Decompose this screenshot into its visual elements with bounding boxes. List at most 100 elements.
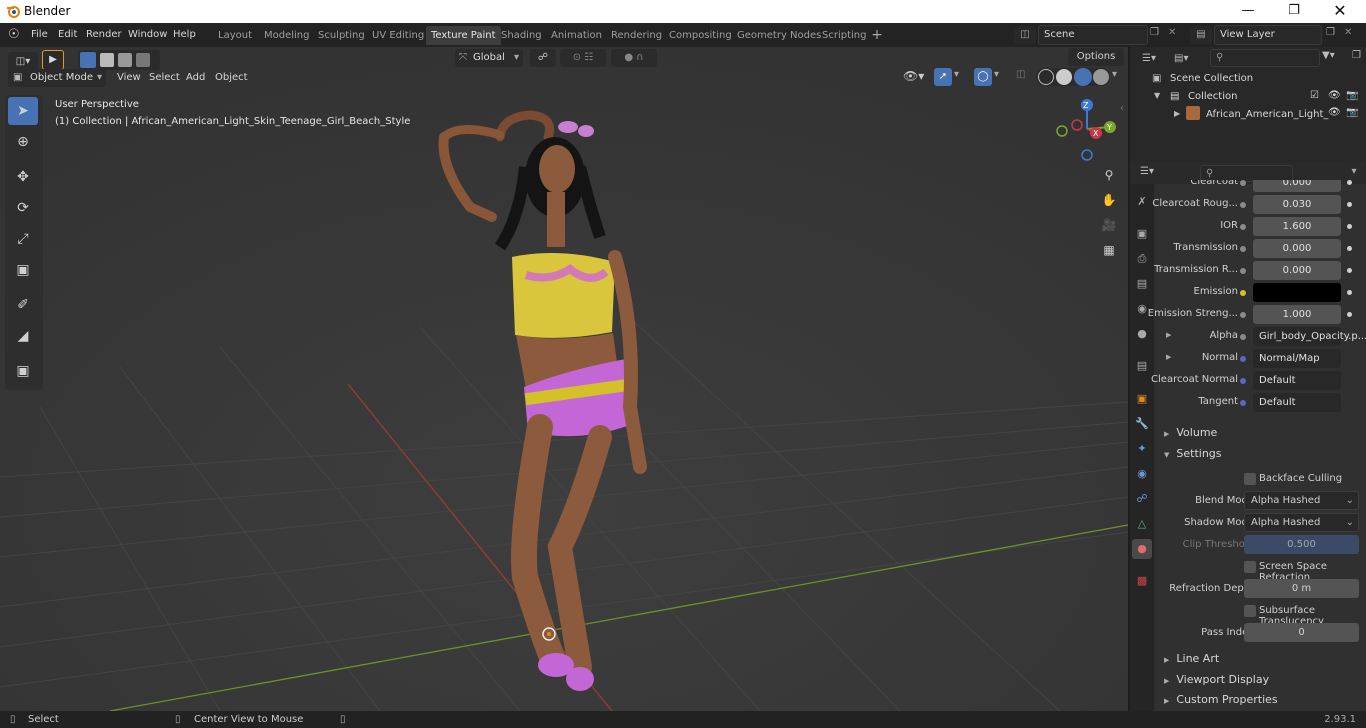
material-tab-icon[interactable]: ● (1132, 539, 1152, 559)
shader-input-value[interactable]: 1.000 (1253, 305, 1341, 324)
keyframe-icon[interactable] (1347, 180, 1352, 185)
gizmo-dropdown-icon[interactable]: ▾ (954, 69, 959, 80)
shader-input-value[interactable]: Default (1253, 393, 1341, 412)
keyframe-icon[interactable] (1347, 202, 1352, 207)
line-art-panel-header[interactable]: ▶ Line Art (1154, 649, 1366, 669)
new-collection-icon[interactable]: ❐ (1352, 50, 1361, 61)
data-tab-icon[interactable]: △ (1132, 514, 1152, 534)
view-layer-field[interactable]: View Layer (1214, 25, 1322, 45)
minimize-button[interactable]: — (1238, 2, 1258, 20)
render-tab-icon[interactable]: ▣ (1132, 224, 1152, 244)
add-cube-tool-icon[interactable]: ▣ (8, 357, 38, 385)
transform-orientation-dropdown[interactable]: ⤧ Global ▾ (455, 49, 523, 67)
keyframe-icon[interactable] (1347, 246, 1352, 251)
tab-compositing[interactable]: Compositing (664, 26, 737, 45)
solid-shading-icon[interactable] (1056, 69, 1072, 85)
overlays-toggle-icon[interactable]: ◯ (974, 68, 992, 86)
measure-tool-icon[interactable]: ◢ (8, 322, 38, 350)
socket-icon[interactable] (1240, 290, 1246, 296)
object-render-icon[interactable]: 📷 (1346, 107, 1358, 118)
pan-view-icon[interactable]: ✋ (1098, 189, 1120, 211)
select-subtract-icon[interactable] (118, 53, 132, 67)
options-dropdown[interactable]: Options (1068, 48, 1124, 66)
tab-texture-paint[interactable]: Texture Paint (426, 26, 501, 45)
volume-panel-header[interactable]: ▶ Volume (1154, 423, 1366, 443)
keyframe-icon[interactable] (1347, 268, 1352, 273)
outliner-search-input[interactable]: ⚲ (1210, 49, 1320, 67)
collection-label[interactable]: Collection (1188, 91, 1237, 102)
sidebar-toggle-icon[interactable]: ‹ (1120, 103, 1124, 114)
viewport-menu-select[interactable]: Select (149, 70, 180, 86)
tab-geometry-nodes[interactable]: Geometry Nodes (732, 26, 826, 45)
world-tab-icon[interactable]: ● (1132, 324, 1152, 344)
screen-space-refraction-checkbox[interactable] (1244, 561, 1256, 573)
socket-icon[interactable] (1240, 356, 1246, 362)
add-workspace-icon[interactable]: + (869, 27, 885, 43)
maximize-button[interactable]: ❐ (1284, 2, 1304, 20)
subsurface-translucency-checkbox[interactable] (1244, 605, 1256, 617)
backface-culling-checkbox[interactable] (1244, 473, 1256, 485)
socket-icon[interactable] (1240, 180, 1246, 186)
shading-dropdown-icon[interactable]: ▾ (1112, 69, 1117, 80)
constraints-tab-icon[interactable]: ☍ (1132, 489, 1152, 509)
visibility-icon[interactable]: 👁▾ (903, 69, 924, 83)
viewport-menu-object[interactable]: Object (215, 70, 248, 86)
shading-mode-group[interactable] (1036, 68, 1110, 86)
tab-shading[interactable]: Shading (496, 26, 547, 45)
properties-editor-type-icon[interactable]: ☰▾ (1140, 166, 1154, 177)
viewport-menu-add[interactable]: Add (186, 70, 205, 86)
emission-color-field[interactable] (1253, 283, 1341, 302)
viewport-menu-view[interactable]: View (117, 70, 141, 86)
select-box-tool-icon[interactable]: ▶ (42, 50, 64, 70)
modifier-tab-icon[interactable]: 🔧 (1132, 414, 1152, 434)
socket-icon[interactable] (1240, 378, 1246, 384)
shader-input-value[interactable]: 0.000 (1253, 261, 1341, 280)
move-tool-icon[interactable]: ✥ (8, 163, 38, 191)
socket-icon[interactable] (1240, 334, 1246, 340)
new-scene-icon[interactable]: ❐ (1150, 27, 1159, 38)
collection-render-icon[interactable]: 📷 (1346, 90, 1358, 101)
collection-expand-icon[interactable]: ▼ (1154, 91, 1160, 100)
object-visibility-icon[interactable]: 👁 (1328, 107, 1341, 118)
pivot-point-icon[interactable]: ☍ (530, 49, 556, 67)
object-expand-icon[interactable]: ▶ (1174, 109, 1180, 118)
blender-menu-icon[interactable]: ☉ (8, 27, 20, 42)
overlays-dropdown-icon[interactable]: ▾ (994, 69, 999, 80)
tool-tab-icon[interactable]: ✗ (1132, 192, 1152, 212)
particles-tab-icon[interactable]: ✦ (1132, 439, 1152, 459)
scene-name-field[interactable]: Scene (1038, 25, 1148, 45)
shadow-mode-dropdown[interactable]: Alpha Hashed ⌄ (1244, 513, 1359, 532)
menu-render[interactable]: Render (86, 27, 122, 43)
socket-icon[interactable] (1240, 202, 1246, 208)
select-tool-icon[interactable]: ➤ (8, 97, 38, 125)
select-new-icon[interactable] (80, 52, 96, 68)
rotate-tool-icon[interactable]: ⟳ (8, 194, 38, 222)
menu-edit[interactable]: Edit (58, 27, 77, 43)
mode-dropdown[interactable]: ▣ Object Mode ▾ (8, 69, 106, 87)
tab-rendering[interactable]: Rendering (606, 26, 667, 45)
collection-exclude-checkbox[interactable]: ☑ (1310, 90, 1319, 101)
menu-help[interactable]: Help (173, 27, 196, 43)
3d-viewport[interactable]: ◫ ▾ ▶ ⤧ Global ▾ ☍ ⊙ ☷ ● ∩ Options ▣ Object … (0, 47, 1128, 711)
settings-panel-header[interactable]: ▼ Settings (1154, 444, 1366, 464)
keyframe-icon[interactable] (1347, 312, 1352, 317)
texture-tab-icon[interactable]: ▩ (1132, 571, 1152, 591)
camera-view-icon[interactable]: 🎥 (1098, 214, 1120, 236)
input-expand-icon[interactable]: ▶ (1166, 331, 1171, 339)
scene-selector-icon[interactable]: ◫ (1014, 26, 1036, 44)
character-model[interactable] (430, 107, 670, 707)
view-layer-tab-icon[interactable]: ▤ (1132, 274, 1152, 294)
socket-icon[interactable] (1240, 246, 1246, 252)
shader-input-value[interactable]: Default (1253, 371, 1341, 390)
remove-scene-icon[interactable]: ✕ (1168, 27, 1176, 38)
tab-animation[interactable]: Animation (546, 26, 607, 45)
gizmo-toggle-icon[interactable]: ➚ (934, 68, 952, 86)
scale-tool-icon[interactable]: ⤢ (8, 225, 38, 253)
close-button[interactable]: ✕ (1330, 2, 1350, 20)
collection-visibility-icon[interactable]: 👁 (1328, 90, 1341, 101)
shader-input-value[interactable]: 1.600 (1253, 217, 1341, 236)
object-tab-icon[interactable]: ▣ (1132, 389, 1152, 409)
keyframe-icon[interactable] (1347, 224, 1352, 229)
outliner-editor-type-icon[interactable]: ☰▾ (1142, 50, 1170, 68)
transform-tool-icon[interactable]: ▣ (8, 256, 38, 284)
